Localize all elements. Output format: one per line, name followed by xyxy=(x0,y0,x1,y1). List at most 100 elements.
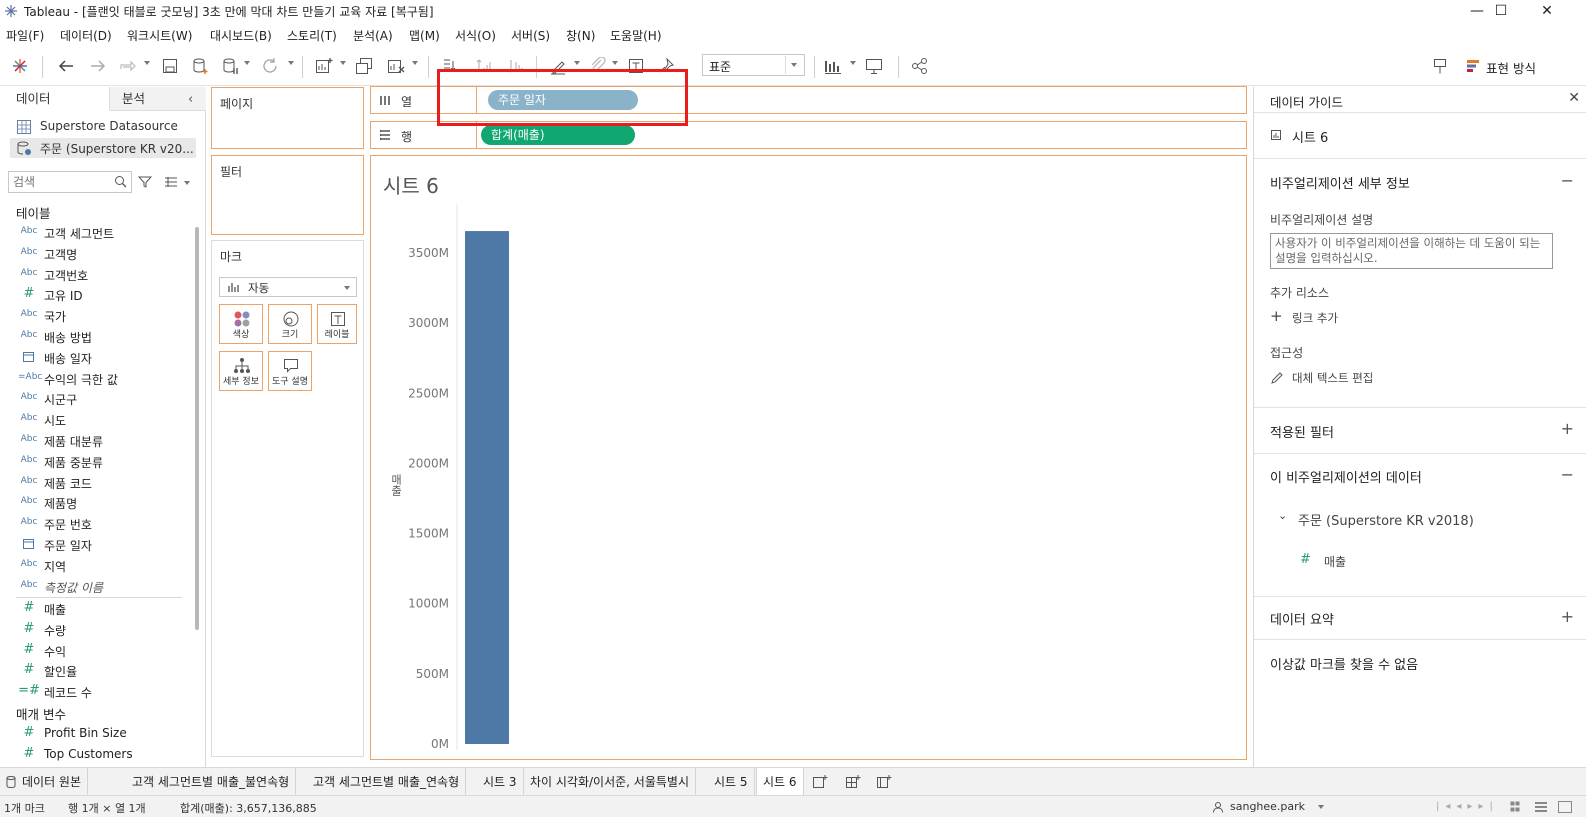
redo-icon[interactable] xyxy=(86,54,110,78)
save-icon[interactable] xyxy=(158,54,182,78)
menu-server[interactable]: 서버(S) xyxy=(511,27,550,44)
menu-worksheet[interactable]: 워크시트(W) xyxy=(127,27,192,44)
description-input[interactable]: 사용자가 이 비주얼리제이션을 이해하는 데 도움이 되는 설명을 입력하십시오… xyxy=(1270,233,1553,269)
expand-icon[interactable]: + xyxy=(1561,419,1574,438)
new-worksheet-icon[interactable] xyxy=(812,774,828,790)
close-button[interactable]: ✕ xyxy=(1524,0,1570,22)
sheet-tab[interactable]: 고객 세그먼트별 매출_불연속형 xyxy=(126,768,297,796)
share-icon[interactable] xyxy=(908,54,932,78)
collapse-icon[interactable]: − xyxy=(1561,171,1574,190)
field-item[interactable]: Abc 배송 방법 xyxy=(18,327,188,347)
field-item[interactable]: =Abc 수익의 극한 값 xyxy=(18,369,188,389)
field-item[interactable]: # 고유 ID xyxy=(18,285,188,305)
field-item[interactable]: Abc 시군구 xyxy=(18,389,188,409)
menu-analysis[interactable]: 분석(A) xyxy=(353,27,393,44)
pin-icon[interactable] xyxy=(1428,54,1452,78)
dropdown-arrow-icon[interactable] xyxy=(574,61,580,65)
dropdown-arrow-icon[interactable] xyxy=(244,61,250,65)
clear-sheet-icon[interactable] xyxy=(384,54,408,78)
sheet-tab[interactable]: 시트 5 xyxy=(708,768,755,796)
field-item[interactable]: # 수량 xyxy=(18,620,188,640)
mark-type-dropdown[interactable]: 자동 xyxy=(219,277,357,297)
chevron-down-icon[interactable]: ⌄ xyxy=(1278,509,1287,522)
field-item[interactable]: Abc 고객명 xyxy=(18,244,188,264)
add-link-button[interactable]: 링크 추가 xyxy=(1292,310,1338,326)
dropdown-arrow-icon[interactable] xyxy=(850,61,856,65)
sheet-tab[interactable]: 고객 세그먼트별 매출_연속형 xyxy=(307,768,467,796)
filters-card[interactable]: 필터 xyxy=(211,155,364,235)
field-item[interactable]: Abc 제품 중분류 xyxy=(18,452,188,472)
field-item[interactable]: Abc 고객번호 xyxy=(18,265,188,285)
new-datasource-icon[interactable] xyxy=(188,54,212,78)
sheet-tab[interactable]: 시트 3 xyxy=(477,768,524,796)
dropdown-arrow-icon[interactable] xyxy=(412,61,418,65)
size-button[interactable]: 크기 xyxy=(268,304,312,344)
menu-window[interactable]: 창(N) xyxy=(566,27,595,44)
view-list-icon[interactable] xyxy=(164,176,178,188)
close-icon[interactable]: ✕ xyxy=(1568,90,1580,106)
field-item[interactable]: Abc 제품 대분류 xyxy=(18,431,188,451)
color-button[interactable]: 색상 xyxy=(219,304,263,344)
field-item[interactable]: Abc 고객 세그먼트 xyxy=(18,223,188,243)
field-item[interactable]: Abc 제품 코드 xyxy=(18,473,188,493)
refresh-icon[interactable] xyxy=(258,54,282,78)
field-item[interactable]: Abc 제품명 xyxy=(18,493,188,513)
pane-scrollbar[interactable] xyxy=(195,227,199,630)
datasource-item-selected[interactable]: 주문 (Superstore KR v20... xyxy=(10,138,196,158)
field-item[interactable]: # Profit Bin Size xyxy=(18,724,188,744)
forward-icon[interactable] xyxy=(116,54,140,78)
tooltip-button[interactable]: 도구 설명 xyxy=(268,351,312,391)
field-item[interactable]: # 수익 xyxy=(18,641,188,661)
tableau-start-icon[interactable] xyxy=(8,54,32,78)
tab-data[interactable]: 데이터 xyxy=(0,87,110,111)
dropdown-arrow-icon[interactable] xyxy=(1318,805,1324,809)
menu-format[interactable]: 서식(O) xyxy=(455,27,496,44)
menu-help[interactable]: 도움말(H) xyxy=(610,27,662,44)
show-me-label[interactable]: 표현 방식 xyxy=(1486,58,1536,77)
field-item[interactable]: # 할인율 xyxy=(18,661,188,681)
field-item[interactable]: 배송 일자 xyxy=(18,348,188,368)
pause-updates-icon[interactable] xyxy=(218,54,242,78)
detail-button[interactable]: 세부 정보 xyxy=(219,351,263,391)
show-filmstrip-icon[interactable] xyxy=(1510,801,1524,813)
dropdown-arrow-icon[interactable] xyxy=(612,61,618,65)
duplicate-sheet-icon[interactable] xyxy=(352,54,376,78)
bar-mark[interactable] xyxy=(465,231,509,745)
dropdown-arrow-icon[interactable] xyxy=(288,61,294,65)
data-summary-header[interactable]: 데이터 요약 xyxy=(1270,609,1334,628)
dropdown-arrow-icon[interactable] xyxy=(184,181,190,185)
collapse-icon[interactable]: − xyxy=(1561,465,1574,484)
field-item[interactable]: Abc 지역 xyxy=(18,556,188,576)
dropdown-arrow-icon[interactable] xyxy=(340,61,346,65)
sheet-tab-active[interactable]: 시트 6 xyxy=(756,768,804,796)
show-tabs-icon[interactable] xyxy=(1534,801,1548,813)
sheet-tab[interactable]: 차이 시각화/이서준, 서울특별시 xyxy=(524,768,697,796)
status-user[interactable]: sanghee.park xyxy=(1230,800,1305,813)
show-sheet-sorter-icon[interactable] xyxy=(1558,801,1572,813)
undo-icon[interactable] xyxy=(54,54,78,78)
filter-icon[interactable] xyxy=(138,175,152,189)
field-item[interactable]: Abc 국가 xyxy=(18,306,188,326)
menu-data[interactable]: 데이터(D) xyxy=(60,27,112,44)
viz-details-header[interactable]: 비주얼리제이션 세부 정보 xyxy=(1270,173,1410,192)
new-story-icon[interactable] xyxy=(876,774,892,790)
expand-icon[interactable]: + xyxy=(1561,607,1574,626)
show-me-icon[interactable] xyxy=(1462,54,1486,78)
field-item[interactable]: 주문 일자 xyxy=(18,535,188,555)
fit-dropdown[interactable]: 표준 xyxy=(702,54,805,76)
label-button[interactable]: 레이블 xyxy=(317,304,357,344)
field-item[interactable]: Abc 측정값 이름 xyxy=(18,577,188,597)
menu-dashboard[interactable]: 대시보드(B) xyxy=(210,27,272,44)
new-dashboard-icon[interactable] xyxy=(845,774,861,790)
pages-card[interactable]: 페이지 xyxy=(211,87,364,149)
presentation-mode-icon[interactable] xyxy=(862,54,886,78)
menu-file[interactable]: 파일(F) xyxy=(6,27,44,44)
menu-story[interactable]: 스토리(T) xyxy=(287,27,337,44)
sheet-nav-arrows-icon[interactable]: |◂◂▸▸| xyxy=(1436,801,1499,812)
field-search[interactable] xyxy=(8,171,132,193)
new-worksheet-icon[interactable] xyxy=(312,54,336,78)
maximize-button[interactable]: ☐ xyxy=(1478,0,1524,22)
field-item[interactable]: =# 레코드 수 xyxy=(18,682,188,702)
collapse-pane-icon[interactable]: ‹ xyxy=(188,92,193,107)
search-input[interactable] xyxy=(13,173,113,191)
